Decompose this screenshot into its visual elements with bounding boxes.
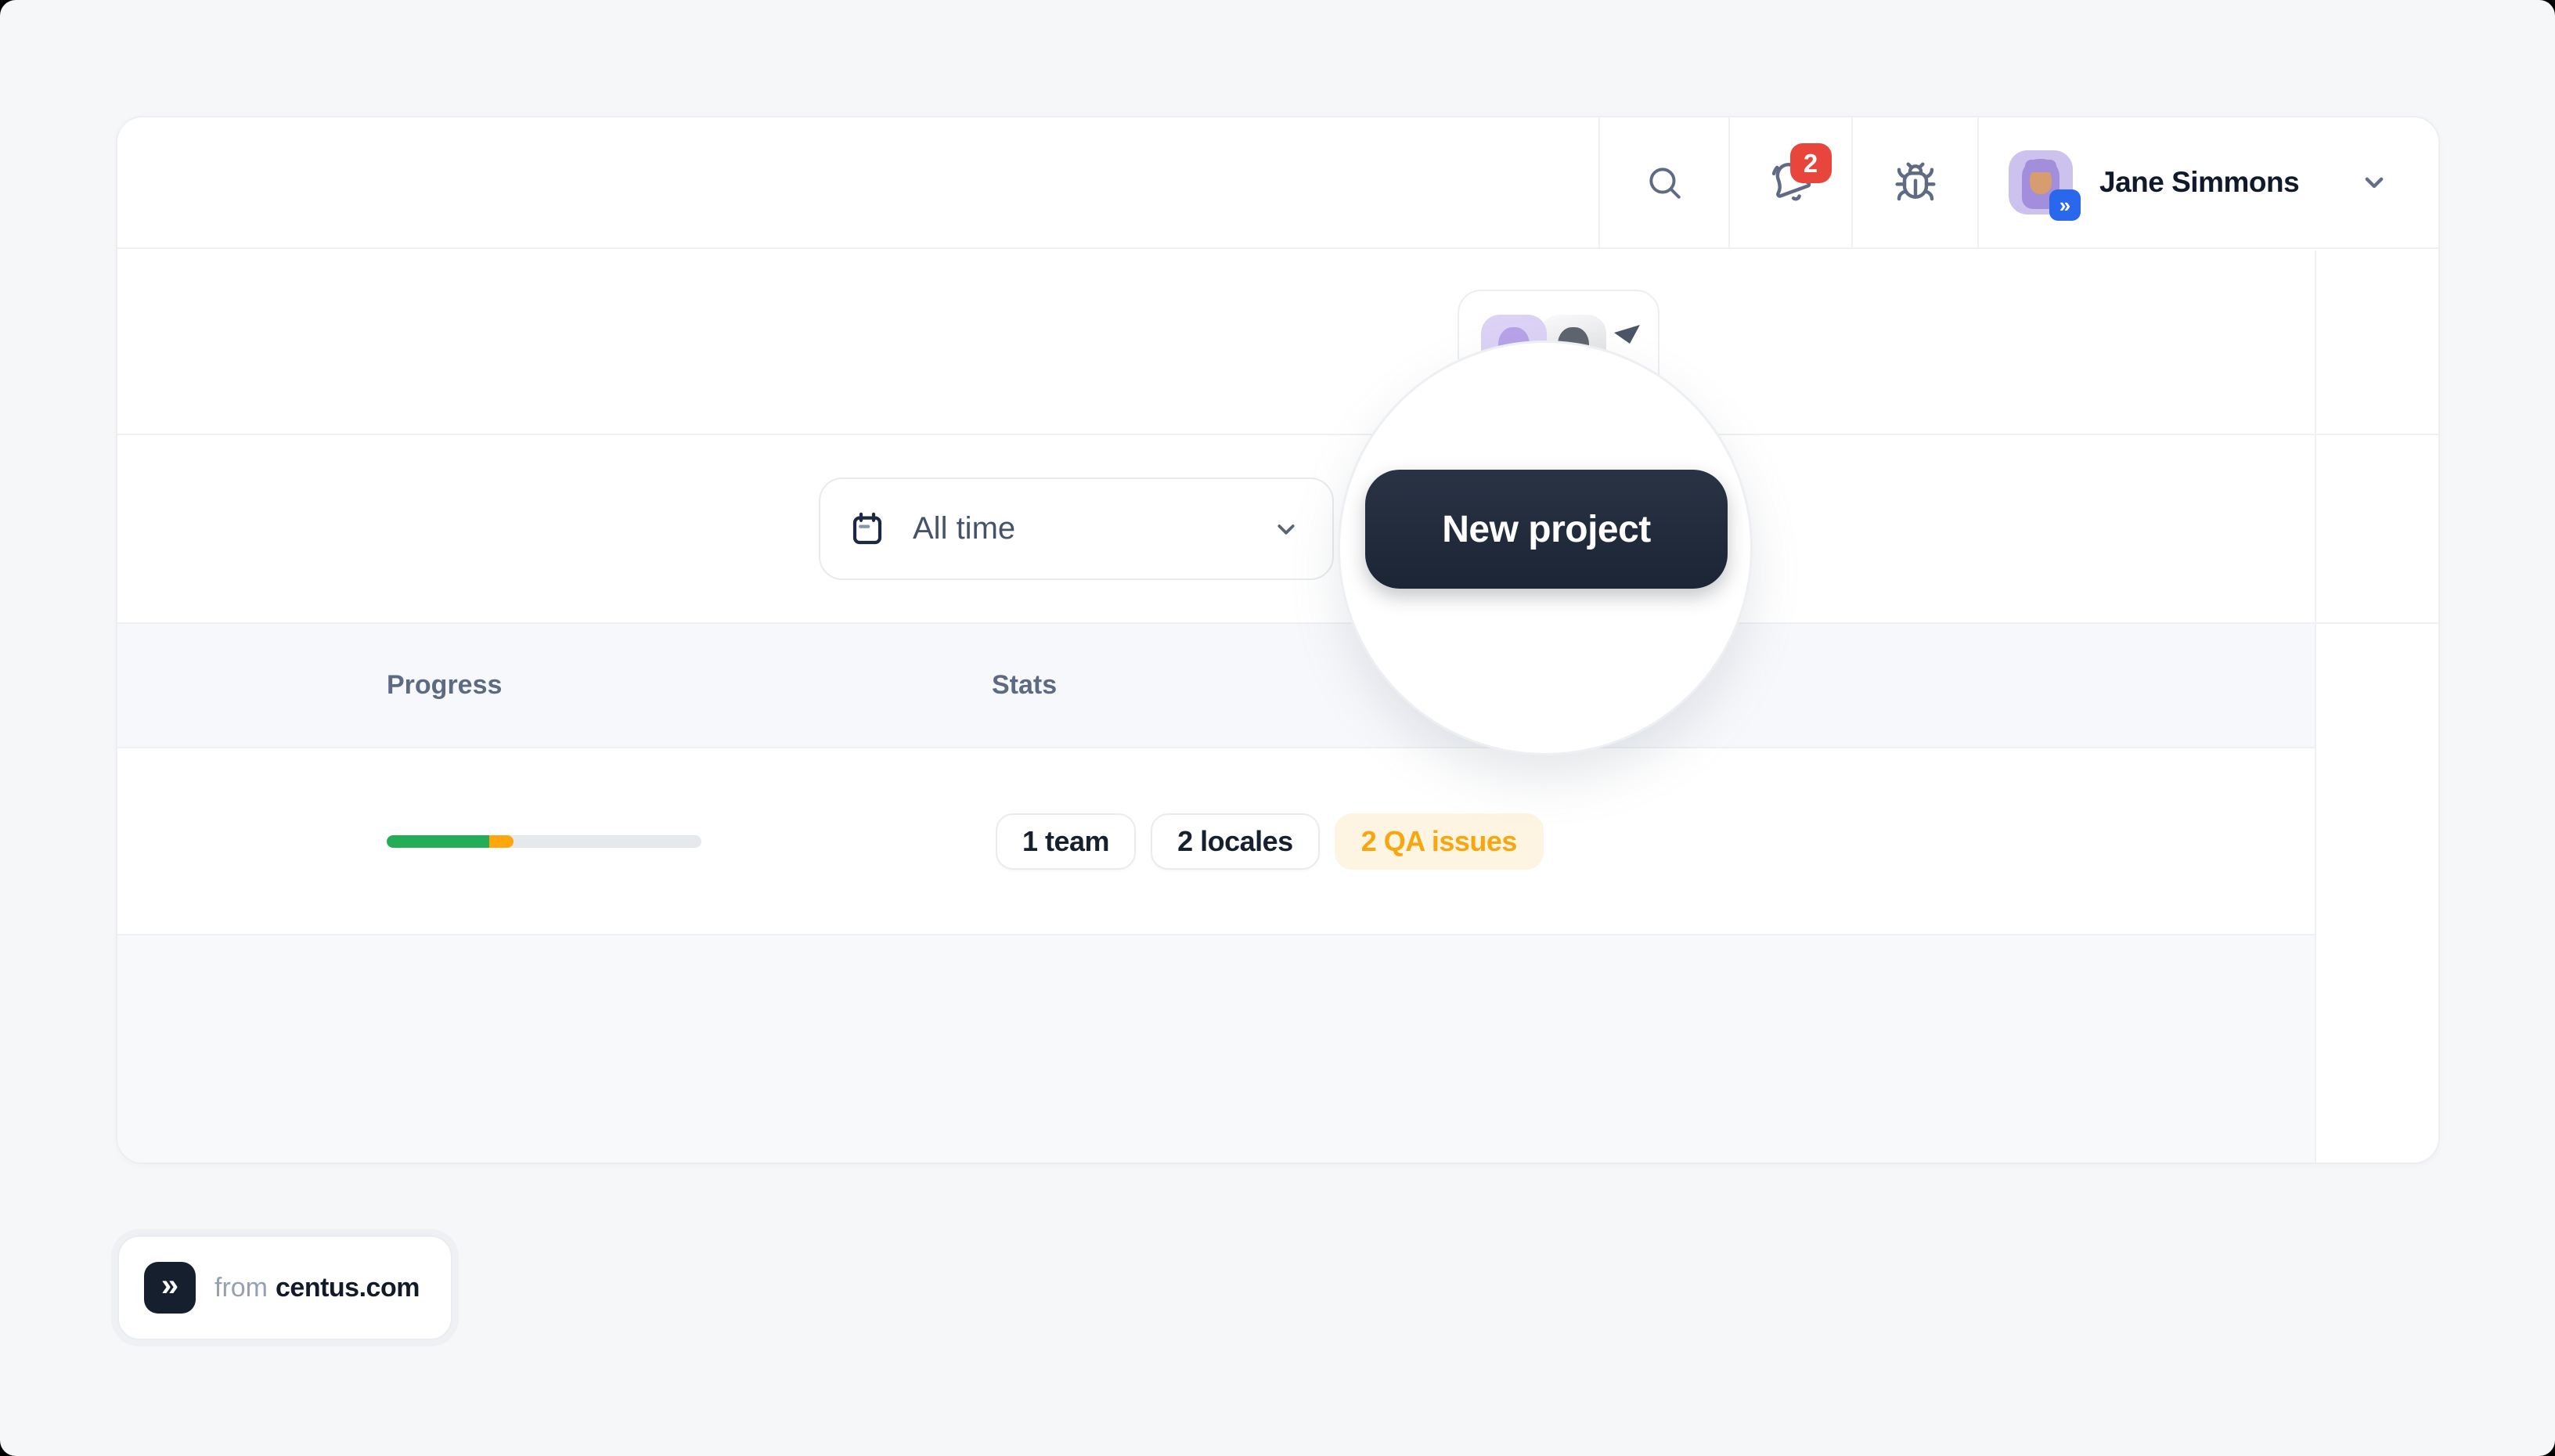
column-header-progress: Progress <box>387 624 502 747</box>
dashboard-card: Progress Stats 1 team 2 locales 2 QA iss… <box>116 116 2440 1164</box>
row-divider <box>117 747 2438 748</box>
stat-chip-team[interactable]: 1 team <box>996 813 1136 870</box>
row-divider <box>117 434 2438 435</box>
stats-chips: 1 team 2 locales 2 QA issues <box>996 813 1544 870</box>
date-filter-value: All time <box>913 511 1015 546</box>
column-header-stats: Stats <box>992 624 1057 747</box>
stat-chip-locales[interactable]: 2 locales <box>1151 813 1320 870</box>
notifications-button[interactable]: 2 <box>1728 117 1851 247</box>
user-menu[interactable]: » Jane Simmons <box>1977 117 2438 247</box>
search-button[interactable] <box>1598 117 1728 247</box>
row-divider <box>2316 434 2438 435</box>
row-divider <box>2316 622 2438 624</box>
stat-chip-label: 2 QA issues <box>1361 825 1517 858</box>
date-filter-select[interactable]: All time <box>819 478 1334 580</box>
chevron-down-icon <box>2359 167 2390 198</box>
progress-warning <box>489 835 514 848</box>
bug-icon <box>1894 160 1937 204</box>
notification-count-badge: 2 <box>1790 143 1832 183</box>
new-project-button[interactable]: New project <box>1365 470 1728 589</box>
centus-logo-icon: » <box>144 1262 196 1314</box>
top-bar: 2 <box>117 117 2438 249</box>
attribution-prefix: from <box>214 1273 268 1303</box>
attribution-brand: centus.com <box>276 1273 420 1303</box>
new-project-label: New project <box>1442 508 1651 551</box>
calendar-icon <box>849 510 886 548</box>
top-bar-actions: 2 <box>1598 117 2438 247</box>
row-divider <box>117 934 2438 935</box>
report-bug-button[interactable] <box>1851 117 1977 247</box>
app-window: Progress Stats 1 team 2 locales 2 QA iss… <box>0 0 2555 1456</box>
table-footer-area <box>117 935 2438 1162</box>
avatar-brand-badge: » <box>2049 189 2081 221</box>
progress-complete <box>387 835 489 848</box>
stat-chip-qa-issues[interactable]: 2 QA issues <box>1335 813 1544 870</box>
user-name: Jane Simmons <box>2099 166 2299 199</box>
avatar: » <box>2009 150 2073 214</box>
stat-chip-label: 2 locales <box>1177 825 1293 858</box>
cursor-arrow-icon <box>1614 324 1641 344</box>
right-empty-column <box>2315 250 2438 1162</box>
stat-chip-label: 1 team <box>1022 825 1109 858</box>
attribution-badge[interactable]: » from centus.com <box>117 1235 452 1340</box>
search-icon <box>1645 163 1684 202</box>
progress-bar <box>387 835 701 848</box>
chevron-down-icon <box>1271 514 1301 544</box>
